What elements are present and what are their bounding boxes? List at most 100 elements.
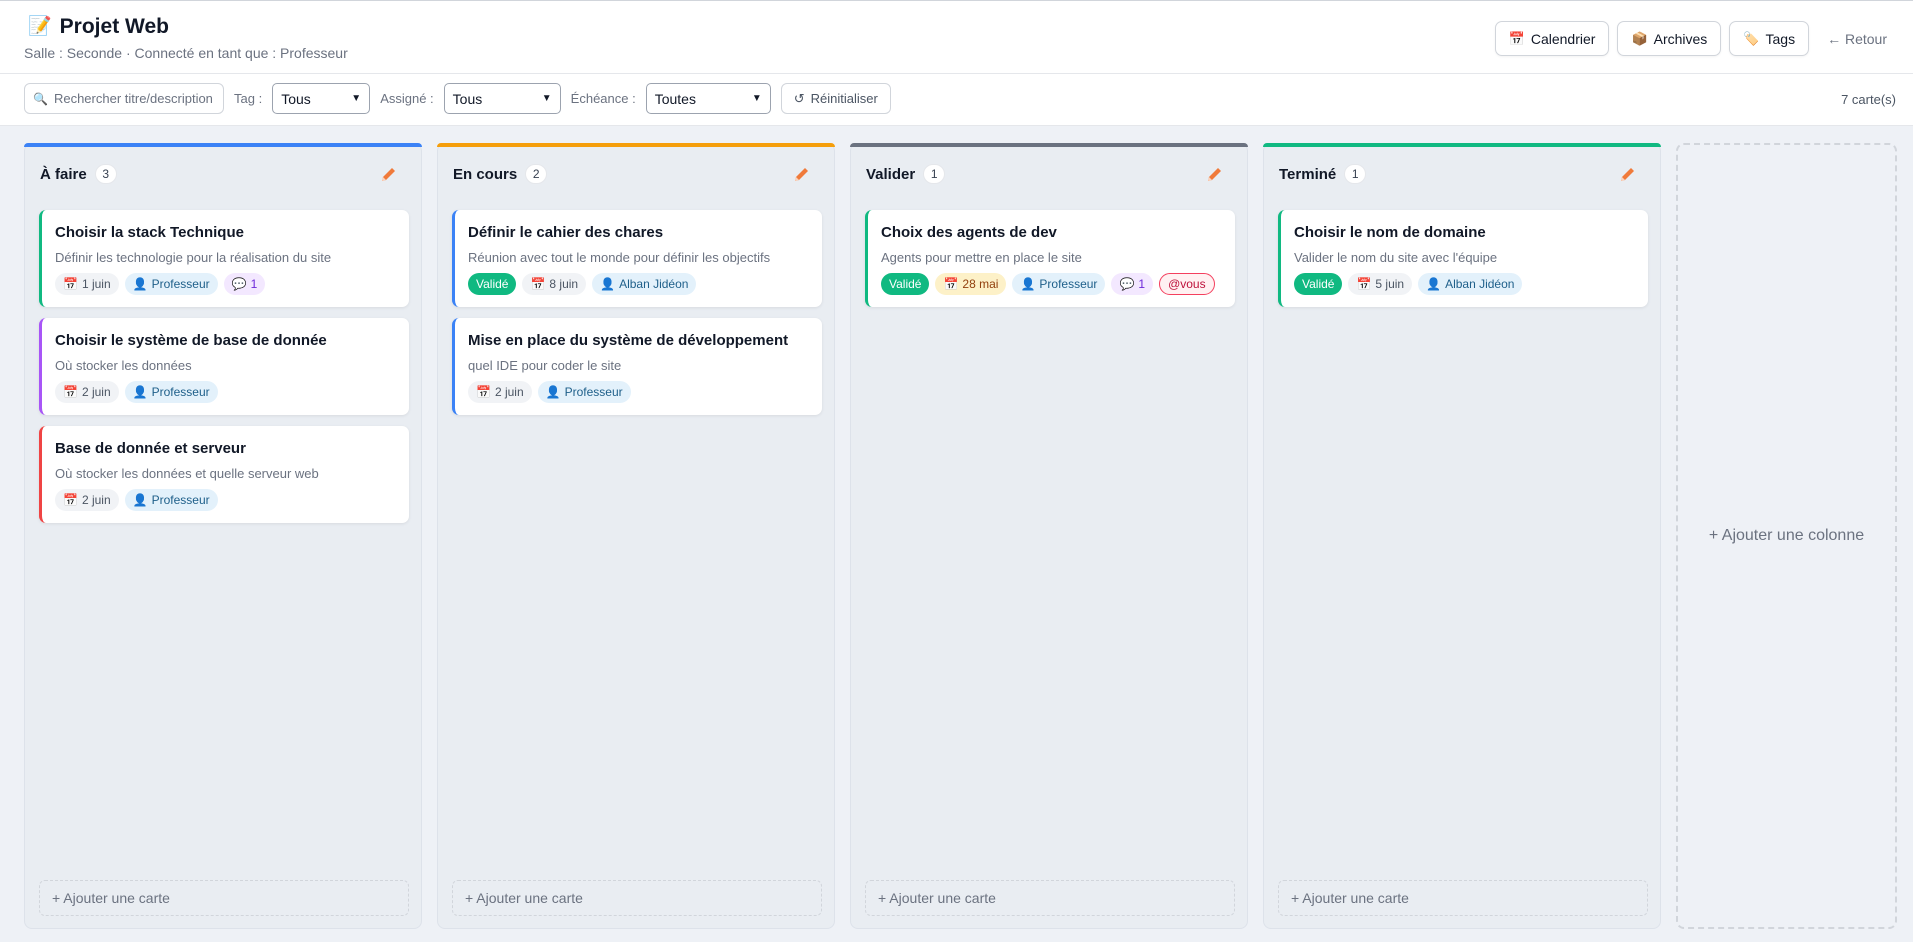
mention-badge: @vous	[1159, 273, 1215, 295]
card-title: Choisir la stack Technique	[55, 224, 244, 241]
card-title: Choisir le système de base de donnée	[55, 332, 327, 349]
reset-button-label: Réinitialiser	[810, 91, 878, 106]
column-header: En cours 2	[453, 164, 548, 184]
calendar-icon: 📅	[63, 493, 78, 507]
task-card[interactable]: Base de donnée et serveur Où stocker les…	[39, 426, 409, 523]
tag-filter-select[interactable]: Tous ▼	[272, 83, 371, 114]
card-title: Choisir le nom de domaine	[1294, 224, 1486, 241]
add-card-button[interactable]: + Ajouter une carte	[865, 880, 1235, 916]
due-filter-select[interactable]: Toutes ▼	[645, 83, 771, 114]
assignee-name: Alban Jidéon	[1445, 277, 1515, 291]
memo-icon: 📝	[28, 16, 52, 37]
comment-count-chip: 💬 1	[223, 273, 266, 295]
tag-filter-value: Tous	[281, 90, 311, 107]
card-chips: 📅 2 juin 👤 Professeur	[55, 381, 218, 403]
archives-button-label: Archives	[1653, 30, 1708, 47]
card-description: Valider le nom du site avec l'équipe	[1294, 250, 1498, 265]
tag-icon: 🏷️	[1743, 30, 1760, 46]
due-date-chip: 📅 8 juin	[522, 273, 587, 295]
user-icon: 👤	[132, 385, 148, 399]
card-chips: 📅 1 juin 👤 Professeur 💬 1	[55, 273, 266, 295]
assignee-name: Professeur	[564, 385, 623, 399]
calendar-button-label: Calendrier	[1530, 30, 1596, 47]
column-title: En cours	[453, 165, 518, 183]
due-date: 28 mai	[962, 277, 999, 291]
calendar-icon: 📅	[476, 385, 491, 399]
assignee-chip: 👤 Alban Jidéon	[592, 273, 697, 295]
calendar-icon: 📅	[63, 277, 78, 291]
app-header: 📝 Projet Web Salle : Seconde · Connecté …	[0, 0, 1913, 74]
title-row: 📝 Projet Web	[28, 15, 169, 39]
calendar-button[interactable]: 📅 Calendrier	[1494, 21, 1610, 56]
due-date-chip: 📅 2 juin	[468, 381, 532, 403]
assignee-name: Professeur	[1039, 277, 1098, 291]
column-color-bar	[24, 143, 422, 147]
tags-button[interactable]: 🏷️ Tags	[1729, 21, 1810, 56]
card-title: Base de donnée et serveur	[55, 440, 246, 457]
column-color-bar	[437, 143, 835, 147]
reset-button[interactable]: ↺ Réinitialiser	[780, 83, 891, 114]
column-header: Terminé 1	[1279, 164, 1367, 184]
due-filter-value: Toutes	[654, 90, 696, 107]
column-validate: Valider 1 Choix des agents de dev Agents…	[850, 143, 1248, 929]
card-chips: Validé 📅 5 juin 👤 Alban Jidéon	[1294, 273, 1523, 295]
due-date: 5 juin	[1375, 277, 1405, 291]
chevron-down-icon: ▼	[351, 93, 362, 104]
task-card[interactable]: Choisir la stack Technique Définir les t…	[39, 210, 409, 307]
page-title: Projet Web	[59, 15, 169, 38]
due-date: 2 juin	[494, 385, 524, 399]
card-description: Agents pour mettre en place le site	[881, 250, 1082, 265]
due-date-chip: 📅 2 juin	[55, 489, 119, 511]
add-card-button[interactable]: + Ajouter une carte	[1278, 880, 1648, 916]
edit-pencil-icon[interactable]	[792, 164, 812, 184]
due-date-chip: 📅 5 juin	[1348, 273, 1413, 295]
comment-icon: 💬	[1119, 277, 1135, 291]
comment-icon: 💬	[231, 277, 247, 291]
due-date: 2 juin	[81, 385, 111, 399]
user-icon: 👤	[132, 277, 148, 291]
tag-filter-label: Tag :	[234, 91, 263, 106]
calendar-icon: 📅	[63, 385, 78, 399]
assignee-name: Professeur	[151, 385, 210, 399]
search-icon: 🔍	[33, 91, 48, 106]
chevron-down-icon: ▼	[541, 93, 552, 104]
comment-count: 1	[1138, 277, 1146, 291]
card-description: quel IDE pour coder le site	[468, 358, 622, 373]
calendar-icon: 📅	[1356, 277, 1372, 291]
card-title: Mise en place du système de développemen…	[468, 332, 789, 349]
archives-button[interactable]: 📦 Archives	[1617, 21, 1722, 56]
task-card[interactable]: Mise en place du système de développemen…	[452, 318, 822, 415]
edit-pencil-icon[interactable]	[1205, 164, 1225, 184]
task-card[interactable]: Choix des agents de dev Agents pour mett…	[865, 210, 1235, 307]
task-card[interactable]: Définir le cahier des chares Réunion ave…	[452, 210, 822, 307]
card-description: Où stocker les données	[55, 358, 192, 373]
card-chips: Validé 📅 28 mai 👤 Professeur 💬 1 @vous	[881, 273, 1215, 295]
column-count-badge: 1	[1344, 164, 1367, 184]
user-icon: 👤	[1020, 277, 1036, 291]
card-title: Choix des agents de dev	[881, 224, 1057, 241]
add-card-button[interactable]: + Ajouter une carte	[452, 880, 822, 916]
assigned-filter-value: Tous	[452, 90, 483, 107]
search-input[interactable]	[53, 91, 214, 106]
user-icon: 👤	[545, 385, 561, 399]
due-date: 2 juin	[81, 493, 111, 507]
card-count: 7 carte(s)	[1841, 92, 1896, 107]
session-subtitle: Salle : Seconde · Connecté en tant que :…	[24, 45, 348, 61]
assigned-filter-select[interactable]: Tous ▼	[443, 83, 561, 114]
due-date-chip: 📅 2 juin	[55, 381, 119, 403]
column-in-progress: En cours 2 Définir le cahier des chares …	[437, 143, 835, 929]
add-card-button[interactable]: + Ajouter une carte	[39, 880, 409, 916]
reset-icon: ↺	[793, 90, 805, 106]
comment-count: 1	[250, 277, 258, 291]
add-column-button[interactable]: + Ajouter une colonne	[1676, 143, 1897, 929]
column-count-badge: 3	[94, 164, 117, 184]
edit-pencil-icon[interactable]	[1618, 164, 1638, 184]
card-description: Où stocker les données et quelle serveur…	[55, 466, 319, 481]
search-box[interactable]: 🔍	[24, 83, 224, 114]
back-link[interactable]: ← Retour	[1817, 31, 1893, 47]
chevron-down-icon: ▼	[751, 93, 762, 104]
edit-pencil-icon[interactable]	[379, 164, 399, 184]
task-card[interactable]: Choisir le nom de domaine Valider le nom…	[1278, 210, 1648, 307]
assignee-name: Professeur	[151, 493, 210, 507]
task-card[interactable]: Choisir le système de base de donnée Où …	[39, 318, 409, 415]
